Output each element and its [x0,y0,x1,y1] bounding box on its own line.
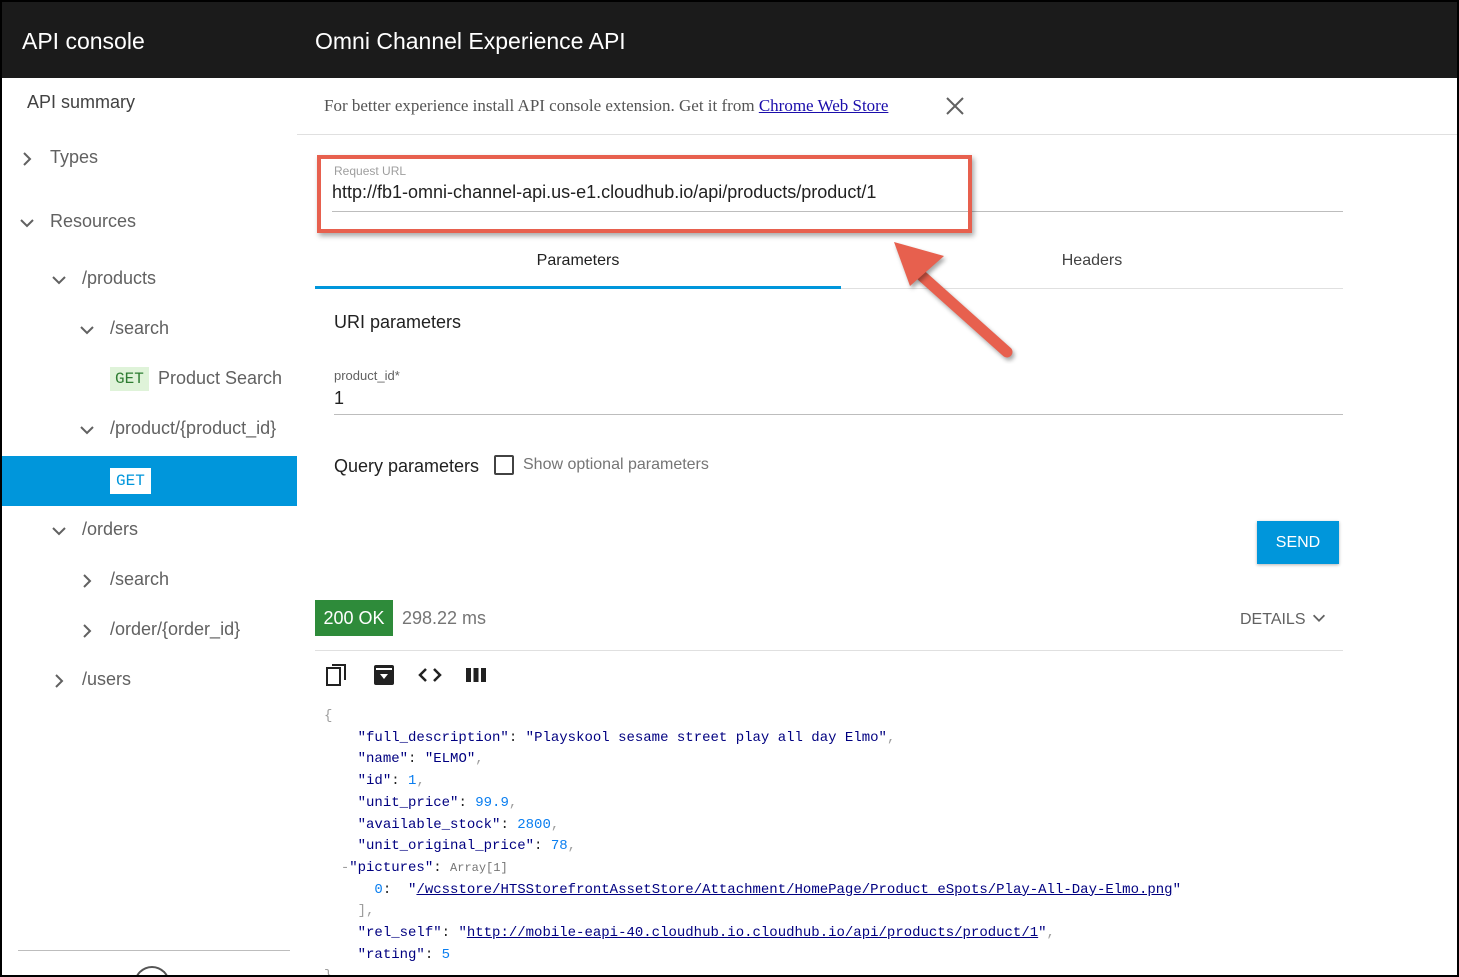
logo-icon [134,966,170,975]
app-title: API console [22,28,145,54]
sidebar-item-label: /users [82,669,132,689]
chevron-down-icon [77,420,97,440]
method-badge-get: GET [110,468,151,494]
sidebar-item-label: /order/{order_id} [110,619,241,639]
response-divider [315,650,1343,651]
show-optional-label: Show optional parameters [523,456,709,473]
query-parameters-title: Query parameters [334,456,480,476]
method-badge-get: GET [110,367,149,391]
sidebar-item-label: Product Search [158,368,283,388]
app-window: API console Omni Channel Experience API … [0,0,1459,977]
chevron-down-icon [77,320,97,340]
top-bar: API console Omni Channel Experience API [2,2,1457,78]
extension-banner: For better experience install API consol… [297,78,1457,135]
sidebar-item-product-id-get[interactable]: GET [2,456,297,506]
send-button[interactable]: SEND [1257,521,1339,564]
json-picture-link[interactable]: /wcsstore/HTSStorefrontAssetStore/Attach… [416,882,1172,898]
sidebar-item-types[interactable]: Types [2,134,297,184]
response-time: 298.22 ms [402,608,487,628]
chevron-right-icon [17,149,37,169]
sidebar-item-label: API summary [27,92,136,112]
chevron-right-icon [77,571,97,591]
sidebar-item-api-summary[interactable]: API summary [2,78,297,128]
chevron-right-icon [77,621,97,641]
status-badge: 200 OK [315,600,393,636]
banner-text: For better experience install API consol… [324,96,759,115]
product-id-label: product_id* [334,368,400,383]
sidebar-divider [18,950,290,951]
json-name: ELMO [433,751,467,768]
sidebar-item-orders[interactable]: /orders [2,506,297,556]
annotation-arrow [894,242,1013,358]
show-optional-checkbox[interactable] [494,455,514,475]
close-icon[interactable] [944,95,966,117]
chevron-down-icon [1312,614,1325,622]
sidebar-item-label: /search [110,569,170,589]
json-rating: 5 [441,946,451,963]
sidebar-item-label: /product/{product_id} [110,418,277,438]
sidebar-item-product-search-get[interactable]: GET Product Search [2,355,297,405]
json-unit-price: 99.9 [475,794,509,811]
sidebar-item-label: /search [110,318,170,338]
json-available-stock: 2800 [517,816,551,833]
chevron-down-icon [49,521,69,541]
sidebar-item-order-id[interactable]: /order/{order_id} [2,606,297,656]
tab-parameters[interactable]: Parameters [315,234,841,289]
details-toggle[interactable]: DETAILS [1240,609,1328,629]
annotation-highlight-box [317,155,972,233]
json-rel-self-link[interactable]: http://mobile-eapi-40.cloudhub.io.cloudh… [467,925,1038,941]
sidebar-item-products[interactable]: /products [2,255,297,305]
sidebar-item-products-search[interactable]: /search [2,305,297,355]
sidebar-item-label: Resources [50,211,137,231]
sidebar-item-label: /orders [82,519,139,539]
sidebar-item-label: /products [82,268,157,288]
archive-icon[interactable] [371,662,397,688]
code-icon[interactable] [417,662,443,688]
request-tabs: Parameters Headers [315,234,1343,289]
api-title: Omni Channel Experience API [315,28,626,54]
details-label: DETAILS [1240,611,1306,628]
columns-icon[interactable] [463,662,489,688]
collapse-toggle[interactable]: - [341,860,349,876]
copy-icon[interactable] [324,662,350,688]
json-full-description: Playskool sesame street play all day Elm… [534,729,879,746]
product-id-input[interactable] [334,388,1234,409]
sidebar-item-product-id[interactable]: /product/{product_id} [2,405,297,455]
json-unit-original-price: 78 [550,838,568,855]
uri-parameters-title: URI parameters [334,312,462,332]
chevron-right-icon [49,671,69,691]
chrome-web-store-link[interactable]: Chrome Web Store [759,96,889,115]
sidebar-item-resources[interactable]: Resources [2,198,297,248]
chevron-down-icon [17,213,37,233]
sidebar: API summary Types Resources /products /s… [2,78,297,975]
sidebar-item-users[interactable]: /users [2,656,297,706]
sidebar-item-orders-search[interactable]: /search [2,556,297,606]
json-pictures-type: Array[1] [450,860,508,875]
sidebar-item-label: Types [50,147,99,167]
json-response-body: { "full_description": "Playskool sesame … [324,708,1181,977]
banner-message: For better experience install API consol… [324,96,888,116]
chevron-down-icon [49,270,69,290]
product-id-field: product_id* [334,366,1343,415]
